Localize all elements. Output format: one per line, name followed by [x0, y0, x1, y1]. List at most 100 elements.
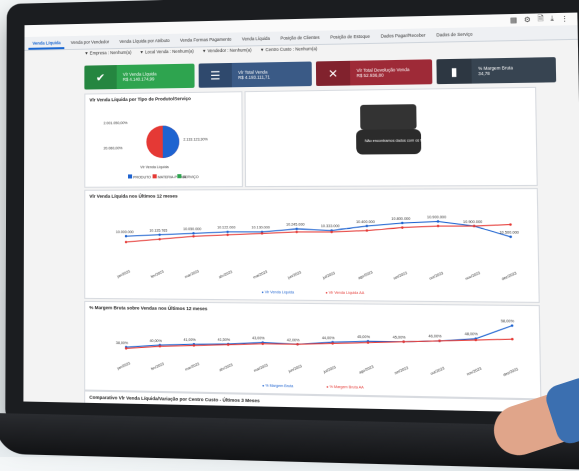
bottom-panel-title: Comparativo Vlr Venda Líquida/Variação p… — [89, 394, 260, 404]
point-label: 41,00% — [183, 338, 195, 342]
kpi-value: R$ 4.140.174,99 — [122, 76, 155, 82]
sales-line-panel: Vlr Venda Líquida nos Últimos 12 meses 1… — [84, 188, 540, 303]
tab[interactable]: Venda Líquida por Atributo — [115, 34, 174, 48]
x-tick-label: jun/2023 — [286, 270, 302, 280]
point-label: 10.245.000 — [286, 223, 305, 227]
kpi-text: Vlr Total Venda R$ 4.193.111,71 — [232, 69, 270, 80]
data-point — [226, 233, 229, 237]
kpi-card: ✔ Vlr Venda Líquida R$ 4.140.174,99 — [84, 63, 195, 90]
x-tick-label: fev/2023 — [150, 362, 164, 371]
kpi-icon: ✔ — [84, 65, 117, 90]
pie-axis-label: Vlr Venda Líquida — [140, 165, 168, 169]
tab[interactable]: Posição de Estoque — [326, 30, 374, 44]
laptop-bezel: ▦ ⚙ 🗎 ⤓ ⋮ Venda Líquida Venda por Vendedo… — [5, 0, 579, 438]
filter-item[interactable]: ▼ Centro Custo : Nenhum(a) — [260, 46, 317, 57]
point-label: 10.130.000 — [251, 226, 270, 230]
legend-swatch — [128, 174, 133, 179]
kpi-value: R$ 4.193.111,71 — [238, 74, 270, 81]
point-label: 41,50% — [218, 338, 230, 342]
data-point — [400, 221, 404, 225]
kpi-value: 34,78 — [478, 70, 490, 77]
empty-illustration: Não encontramos dados com os filtros sel… — [356, 104, 454, 155]
x-tick-label: out/2023 — [429, 271, 444, 281]
data-point — [158, 233, 161, 236]
filter-item[interactable]: ▼ Vendedor : Nenhum(a) — [202, 47, 252, 58]
kpi-card: ▮% Margem Bruta 34,78 — [436, 57, 557, 85]
x-tick-label: fev/2023 — [150, 269, 164, 278]
legend-swatch — [152, 174, 157, 179]
point-label: 45,00% — [357, 335, 370, 339]
x-tick-label: mai/2023 — [253, 363, 269, 373]
point-label: 43,00% — [252, 336, 265, 340]
tab[interactable]: Venda Líquida — [238, 32, 274, 46]
laptop-screen: ▦ ⚙ 🗎 ⤓ ⋮ Venda Líquida Venda por Vendedo… — [23, 12, 579, 414]
pie-chart: 2.001.050,00% 2.133.123,30% 20.060,00% V… — [104, 121, 208, 179]
point-label: 10.333.000 — [321, 224, 340, 228]
tab[interactable]: Venda Líquida — [28, 36, 65, 50]
x-tick-label: set/2023 — [394, 366, 409, 376]
point-label: 10.400.000 — [356, 220, 375, 224]
point-label: 10.050.000 — [183, 227, 201, 231]
data-point — [158, 237, 161, 241]
kpi-text: % Margem Bruta 34,78 — [472, 65, 513, 76]
kpi-card: ✕ Vlr Total Devolução Venda R$ 52.936,80 — [315, 59, 433, 87]
point-label: 10.135.765 — [149, 229, 167, 233]
toolbar-icon[interactable]: ⋮ — [561, 15, 569, 24]
tab[interactable]: Venda por Vendedor — [67, 35, 114, 49]
point-label: 42,00% — [287, 338, 300, 342]
toolbar-icon[interactable]: ⚙ — [524, 16, 531, 24]
margin-line-chart: 38,00% 40,00% 41,00% 41,50% 43,00% 42,00% 44,0… — [116, 319, 519, 390]
tab[interactable]: Posição de Clientes — [276, 31, 324, 45]
kpi-icon: ☰ — [198, 62, 232, 88]
data-point — [330, 230, 333, 234]
point-label: 10.800.000 — [391, 217, 410, 221]
point-label: 48,00% — [465, 332, 478, 336]
x-tick-label: dez/2023 — [502, 367, 519, 377]
data-point — [401, 226, 404, 229]
legend-label: SERVIÇO — [182, 175, 199, 179]
kpi-card: ☰ Vlr Total Venda R$ 4.193.111,71 — [198, 61, 312, 88]
empty-panel: Não encontramos dados com os filtros sel… — [244, 86, 538, 188]
x-tick-label: jul/2023 — [322, 365, 337, 375]
sales-line-chart: 10.000.000 10.135.765 10.050.000 10.122.000… — [116, 215, 519, 296]
legend-label: ● Vlr Venda Líquida — [261, 290, 294, 294]
filter-item[interactable]: ▼ Empresa : Nenhum(a) — [84, 50, 131, 61]
data-point — [472, 224, 476, 228]
x-tick-label: jan/2023 — [116, 361, 131, 371]
pie-label: 20.060,00% — [104, 146, 123, 150]
legend-label: ● % Margem Bruta — [262, 384, 293, 389]
tab[interactable]: Dados de Serviço — [432, 27, 477, 41]
legend-label: ● Vlr Venda Líquida AA — [325, 291, 365, 296]
point-label: 38,00% — [116, 341, 128, 345]
x-tick-label: jan/2023 — [116, 269, 131, 279]
x-tick-label: abr/2023 — [218, 270, 233, 280]
margin-line-panel: % Margem Bruta sobre Vendas nos Últimos … — [84, 300, 542, 400]
data-point — [509, 235, 513, 239]
point-label: 10.122.000 — [217, 226, 235, 230]
chart-title: Vlr Venda Líquida nos Últimos 12 meses — [89, 193, 178, 199]
data-point — [402, 340, 405, 344]
tab[interactable]: Venda Formas Pagamento — [176, 33, 236, 47]
point-label: 46,00% — [428, 334, 441, 338]
x-tick-label: jul/2023 — [321, 271, 336, 281]
tab[interactable]: Dados Pagar/Receber — [376, 28, 430, 43]
x-tick-label: out/2023 — [430, 366, 446, 376]
kpi-icon: ✕ — [315, 60, 351, 87]
point-label: 45,00% — [393, 335, 406, 339]
kpi-row: ✔ Vlr Venda Líquida R$ 4.140.174,99 ☰ Vlr To… — [84, 57, 557, 90]
toolbar-icon[interactable]: 🗎 — [537, 14, 543, 26]
x-tick-label: dez/2023 — [501, 271, 517, 281]
kpi-icon: ▮ — [436, 58, 472, 85]
filter-item[interactable]: ▼ Local Venda : Nenhum(a) — [140, 49, 194, 60]
data-point — [124, 240, 128, 244]
point-label: 10.900.000 — [427, 215, 446, 219]
toolbar-icon[interactable]: ▦ — [510, 16, 517, 24]
data-point — [226, 230, 229, 234]
data-point — [296, 343, 299, 346]
photo-scene: ▦ ⚙ 🗎 ⤓ ⋮ Venda Líquida Venda por Vendedo… — [0, 0, 579, 471]
data-point — [365, 224, 369, 228]
legend-swatch — [177, 174, 182, 179]
toolbar-icon[interactable]: ⤓ — [550, 15, 554, 23]
data-point — [295, 230, 298, 234]
point-label: 58,00% — [501, 319, 514, 323]
